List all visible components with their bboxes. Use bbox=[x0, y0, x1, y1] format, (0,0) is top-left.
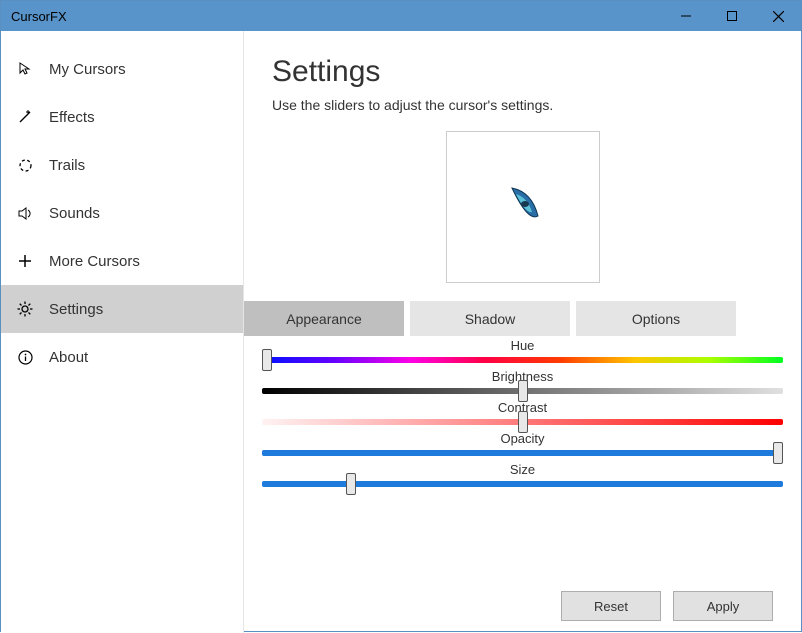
minimize-button[interactable] bbox=[663, 1, 709, 31]
slider-opacity[interactable] bbox=[262, 450, 783, 456]
info-icon bbox=[15, 350, 35, 365]
sidebar-item-label: More Cursors bbox=[49, 253, 140, 270]
trails-icon bbox=[15, 158, 35, 173]
gear-icon bbox=[15, 301, 35, 317]
tab-options[interactable]: Options bbox=[576, 301, 736, 336]
slider-contrast-group: Contrast bbox=[258, 400, 787, 425]
maximize-button[interactable] bbox=[709, 1, 755, 31]
button-label: Reset bbox=[594, 599, 628, 614]
slider-panel: Hue Brightness Contrast Opacity bbox=[244, 336, 801, 583]
sidebar-item-label: Trails bbox=[49, 157, 85, 174]
sidebar-item-label: About bbox=[49, 349, 88, 366]
tab-label: Appearance bbox=[286, 311, 362, 327]
slider-contrast[interactable] bbox=[262, 419, 783, 425]
slider-label: Opacity bbox=[258, 431, 787, 446]
page-description: Use the sliders to adjust the cursor's s… bbox=[272, 97, 773, 113]
cursor-icon bbox=[15, 62, 35, 76]
footer-buttons: Reset Apply bbox=[272, 591, 773, 621]
tab-label: Shadow bbox=[465, 311, 516, 327]
sidebar-item-label: Sounds bbox=[49, 205, 100, 222]
reset-button[interactable]: Reset bbox=[561, 591, 661, 621]
apply-button[interactable]: Apply bbox=[673, 591, 773, 621]
sidebar-item-more-cursors[interactable]: More Cursors bbox=[1, 237, 243, 285]
sidebar: My Cursors Effects Trails Sounds More Cu… bbox=[1, 31, 244, 633]
sidebar-item-trails[interactable]: Trails bbox=[1, 141, 243, 189]
tab-appearance[interactable]: Appearance bbox=[244, 301, 404, 336]
slider-brightness[interactable] bbox=[262, 388, 783, 394]
slider-size-group: Size bbox=[258, 462, 787, 487]
sidebar-item-settings[interactable]: Settings bbox=[1, 285, 243, 333]
sidebar-item-label: Effects bbox=[49, 109, 95, 126]
plus-icon bbox=[15, 254, 35, 268]
wand-icon bbox=[15, 110, 35, 124]
slider-label: Hue bbox=[258, 338, 787, 353]
slider-thumb[interactable] bbox=[518, 380, 528, 402]
tab-label: Options bbox=[632, 311, 680, 327]
close-button[interactable] bbox=[755, 1, 801, 31]
slider-size[interactable] bbox=[262, 481, 783, 487]
slider-hue-group: Hue bbox=[258, 338, 787, 363]
main-panel: Settings Use the sliders to adjust the c… bbox=[244, 31, 801, 633]
slider-hue[interactable] bbox=[262, 357, 783, 363]
slider-thumb[interactable] bbox=[346, 473, 356, 495]
button-label: Apply bbox=[707, 599, 740, 614]
sound-icon bbox=[15, 206, 35, 221]
tab-shadow[interactable]: Shadow bbox=[410, 301, 570, 336]
slider-thumb[interactable] bbox=[262, 349, 272, 371]
slider-label: Size bbox=[258, 462, 787, 477]
slider-brightness-group: Brightness bbox=[258, 369, 787, 394]
page-title: Settings bbox=[272, 55, 773, 89]
sidebar-item-label: Settings bbox=[49, 301, 103, 318]
window-title: CursorFX bbox=[11, 9, 663, 24]
titlebar: CursorFX bbox=[1, 1, 801, 31]
sidebar-item-about[interactable]: About bbox=[1, 333, 243, 381]
slider-opacity-group: Opacity bbox=[258, 431, 787, 456]
sidebar-item-label: My Cursors bbox=[49, 61, 126, 78]
slider-thumb[interactable] bbox=[518, 411, 528, 433]
sidebar-item-my-cursors[interactable]: My Cursors bbox=[1, 45, 243, 93]
sidebar-item-effects[interactable]: Effects bbox=[1, 93, 243, 141]
sidebar-item-sounds[interactable]: Sounds bbox=[1, 189, 243, 237]
slider-thumb[interactable] bbox=[773, 442, 783, 464]
cursor-preview bbox=[446, 131, 600, 283]
tabs: Appearance Shadow Options bbox=[244, 301, 773, 336]
